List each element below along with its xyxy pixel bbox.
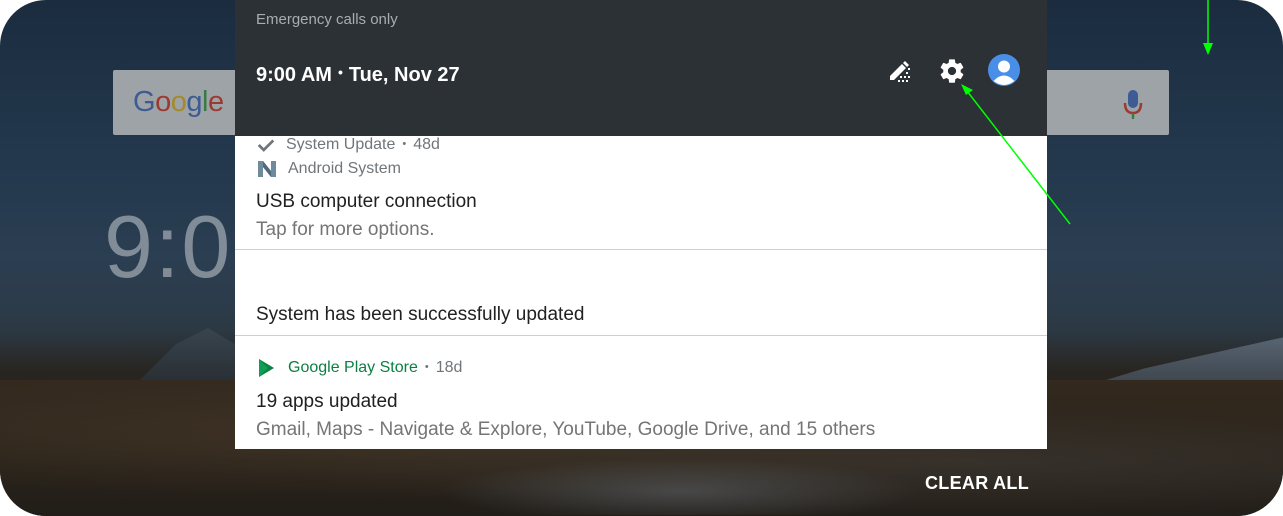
android-n-icon	[258, 161, 276, 177]
annotation-down-arrow-icon	[1203, 0, 1213, 55]
notification-title: System has been successfully updated	[256, 304, 585, 325]
notification-google-play-store[interactable]: Google Play Store • 18d 19 apps updated …	[235, 336, 1047, 449]
notification-header: System Update • 48d	[256, 135, 440, 155]
settings-gear-icon[interactable]	[938, 57, 966, 85]
checkmark-icon	[257, 139, 275, 152]
notification-title: 19 apps updated	[256, 391, 398, 412]
date-label: Tue, Nov 27	[348, 64, 460, 86]
edit-brightness-icon[interactable]	[886, 58, 912, 84]
notification-header: Google Play Store • 18d	[256, 357, 462, 379]
notification-system-update[interactable]: System Update • 48d System has been succ…	[235, 136, 1047, 336]
separator-dot: •	[424, 361, 429, 373]
user-avatar-icon[interactable]	[988, 54, 1020, 86]
notification-time: 48d	[413, 136, 440, 153]
screen-frame: Google 9:0 Emergency calls only 9:00 AM •…	[0, 0, 1283, 516]
separator-dot: •	[337, 64, 343, 80]
notification-text: Gmail, Maps - Navigate & Explore, YouTub…	[256, 419, 876, 440]
home-clock: 9:0	[104, 197, 233, 296]
notification-list: Android System USB computer connection T…	[235, 136, 1047, 449]
notification-app-name: Android System	[288, 160, 401, 177]
notification-app-name: Google Play Store	[288, 359, 418, 376]
carrier-status: Emergency calls only	[256, 11, 398, 28]
notification-header: Android System	[256, 158, 401, 180]
notification-text: Tap for more options.	[256, 219, 435, 240]
background-stream	[420, 455, 940, 515]
date-time[interactable]: 9:00 AM • Tue, Nov 27	[256, 64, 460, 87]
notification-time: 18d	[435, 359, 463, 376]
notification-shade-header: Emergency calls only 9:00 AM • Tue, Nov 27	[235, 0, 1047, 136]
notification-app-name: System Update	[286, 136, 396, 153]
time-label: 9:00 AM	[256, 64, 332, 86]
clear-all-button[interactable]: CLEAR ALL	[925, 473, 1029, 494]
microphone-icon[interactable]	[1122, 88, 1144, 122]
separator-dot: •	[402, 138, 407, 150]
play-store-icon	[259, 359, 274, 377]
google-logo: Google	[133, 86, 224, 118]
notification-title: USB computer connection	[256, 191, 477, 212]
